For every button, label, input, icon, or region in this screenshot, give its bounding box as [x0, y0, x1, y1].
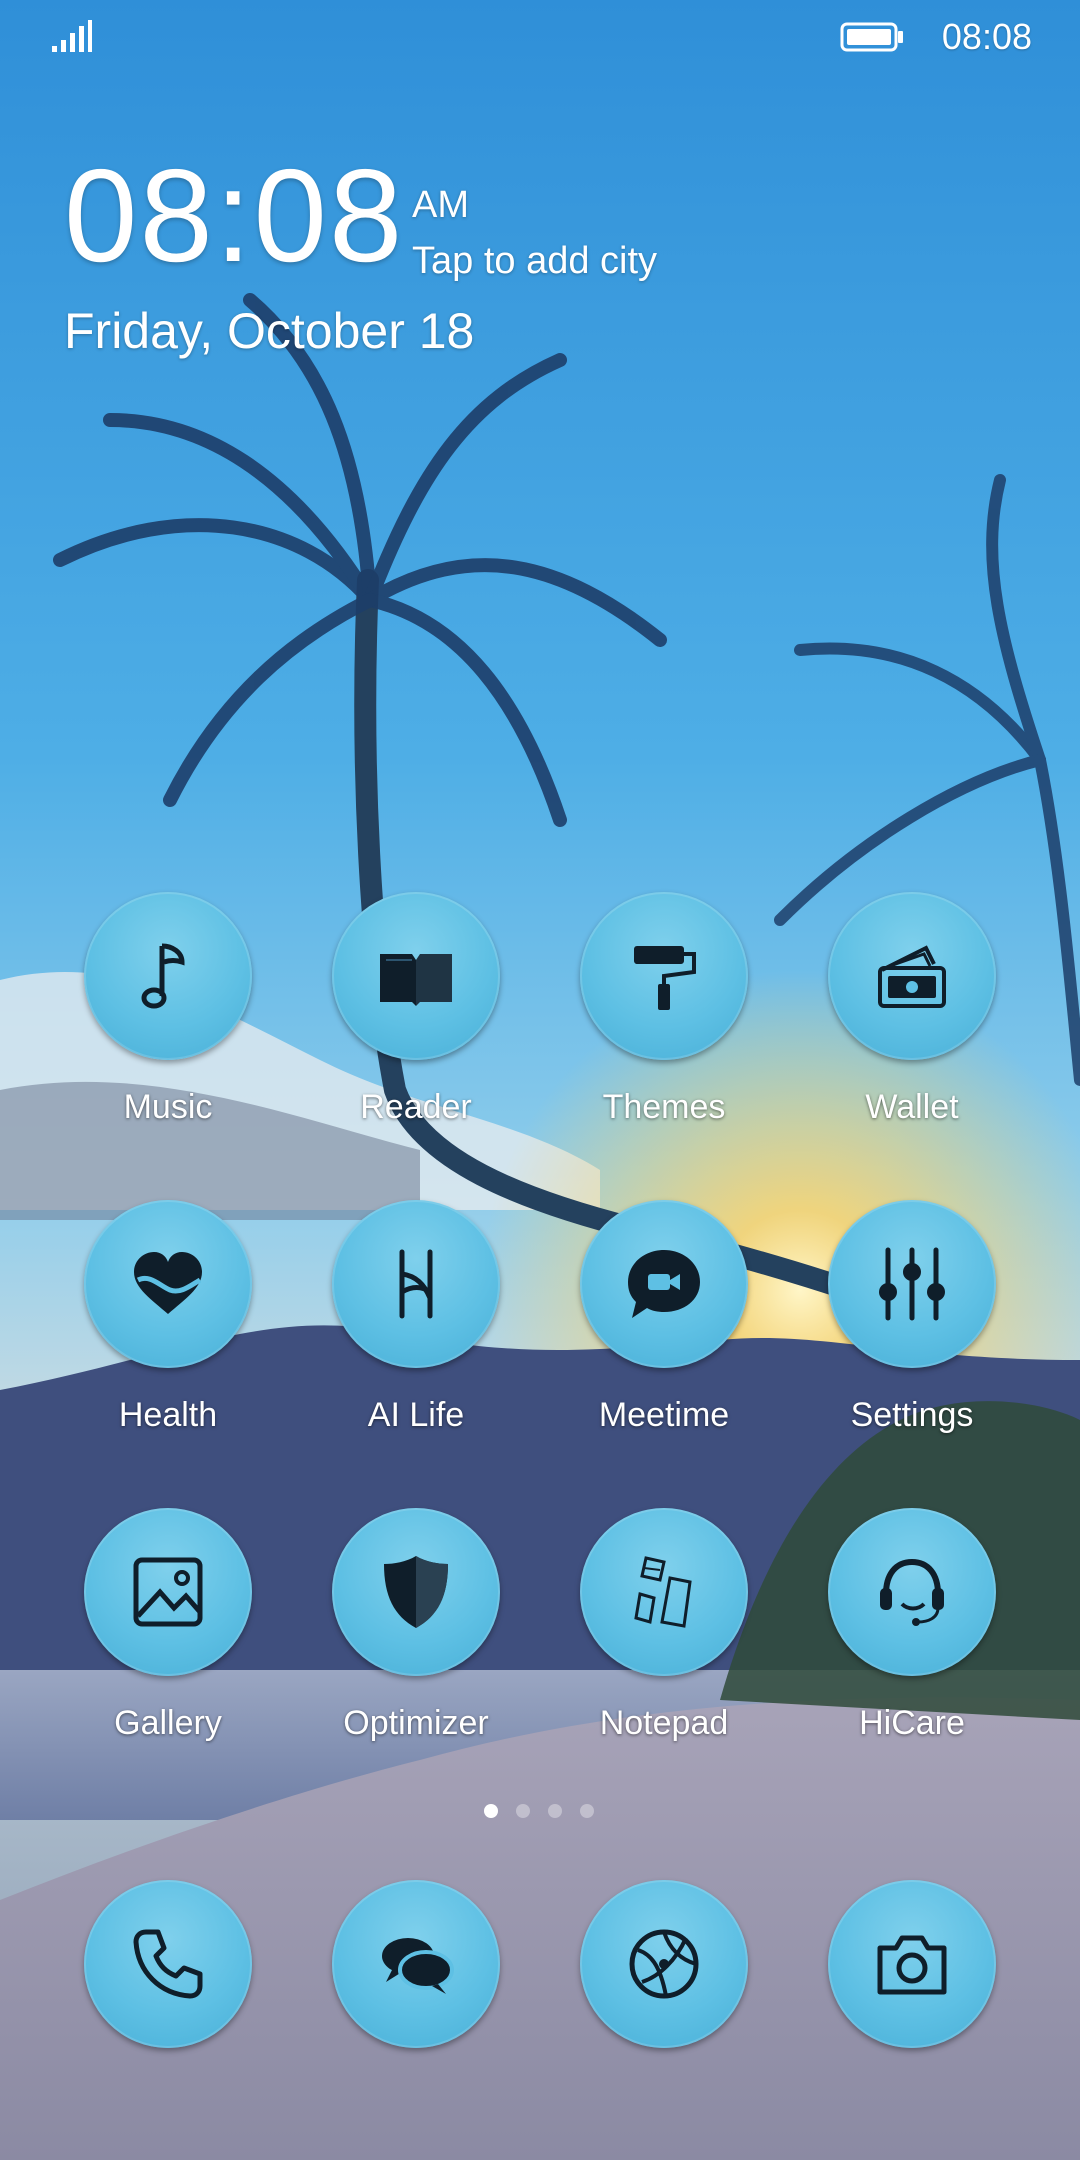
camera-icon — [877, 1935, 947, 1995]
picture-icon — [133, 1557, 203, 1627]
clock-ampm: AM — [412, 184, 469, 226]
page-dot — [548, 1804, 562, 1818]
video-chat-icon — [628, 1250, 700, 1318]
battery-full-icon — [840, 22, 903, 52]
headset-icon — [880, 1558, 944, 1626]
page-dot — [516, 1804, 530, 1818]
heart-icon — [134, 1252, 202, 1314]
dock-camera[interactable] — [798, 1880, 1028, 2050]
status-time: 08:08 — [941, 16, 1032, 57]
phone-icon — [133, 1929, 203, 1999]
signal-bars-icon — [52, 20, 92, 52]
app-health[interactable]: Health — [54, 1200, 284, 1480]
app-label: HiCare — [859, 1704, 965, 1742]
app-label: Themes — [602, 1088, 726, 1126]
app-label: Wallet — [865, 1088, 959, 1126]
paint-roller-icon — [634, 946, 696, 1010]
page-dot — [580, 1804, 594, 1818]
app-gallery[interactable]: Gallery — [54, 1508, 284, 1788]
shield-icon — [384, 1556, 448, 1628]
dock-phone[interactable] — [54, 1880, 284, 2050]
messages-icon — [382, 1938, 454, 1994]
app-ai-life[interactable]: AI Life — [302, 1200, 532, 1480]
app-wallet[interactable]: Wallet — [798, 892, 1028, 1172]
app-optimizer[interactable]: Optimizer — [302, 1508, 532, 1788]
app-meetime[interactable]: Meetime — [550, 1200, 780, 1480]
app-label: Meetime — [598, 1396, 730, 1434]
app-hicare[interactable]: HiCare — [798, 1508, 1028, 1788]
app-notepad[interactable]: Notepad — [550, 1508, 780, 1788]
app-reader[interactable]: Reader — [302, 892, 532, 1172]
app-label: Settings — [850, 1396, 974, 1434]
clock-widget[interactable]: 08:08 AM Tap to add city Friday, October… — [64, 150, 964, 380]
app-settings[interactable]: Settings — [798, 1200, 1028, 1480]
add-city-link[interactable]: Tap to add city — [412, 240, 657, 283]
music-note-icon — [141, 943, 185, 1009]
dock-browser[interactable] — [550, 1880, 780, 2050]
app-themes[interactable]: Themes — [550, 892, 780, 1172]
page-dot-active — [484, 1804, 498, 1818]
app-music[interactable]: Music — [54, 892, 284, 1172]
app-label: AI Life — [367, 1396, 465, 1434]
page-indicator — [480, 1804, 600, 1824]
app-label: Notepad — [599, 1704, 729, 1742]
clock-date[interactable]: Friday, October 18 — [64, 302, 474, 360]
app-label: Music — [123, 1088, 213, 1126]
clock-time[interactable]: 08:08 — [64, 150, 404, 282]
app-label: Reader — [360, 1088, 472, 1126]
dock-messages[interactable] — [302, 1880, 532, 2050]
sliders-icon — [879, 1247, 945, 1321]
browser-icon — [629, 1929, 699, 1999]
app-label: Gallery — [114, 1704, 222, 1742]
wallet-icon — [878, 945, 946, 1008]
status-bar: 08:08 — [0, 0, 1080, 72]
ai-life-icon — [399, 1249, 433, 1319]
book-icon — [380, 954, 452, 1006]
app-label: Optimizer — [343, 1704, 489, 1742]
notepad-icon — [634, 1556, 692, 1628]
app-label: Health — [118, 1396, 218, 1434]
